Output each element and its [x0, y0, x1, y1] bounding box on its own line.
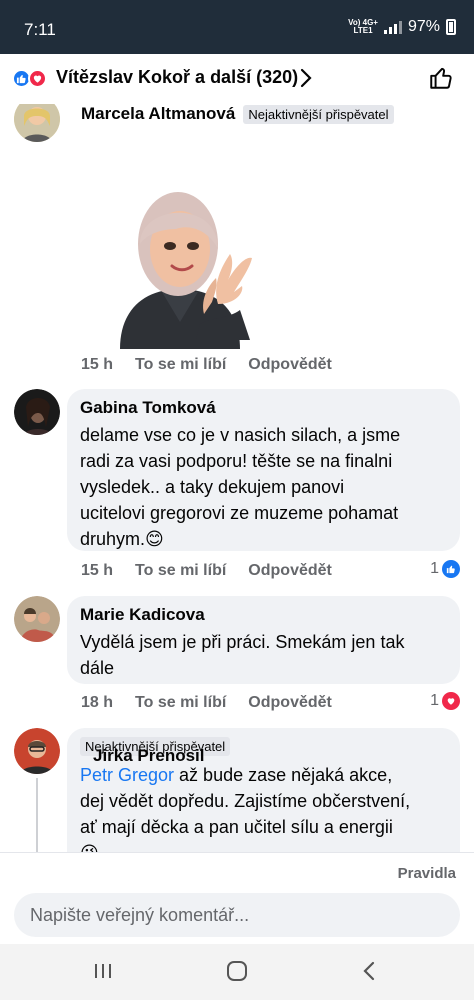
top-contributor-badge: Nejaktivnější přispěvatel	[243, 104, 394, 124]
mention-link[interactable]: Petr Gregor	[80, 765, 174, 785]
comments-header: Vítězslav Kokoř a další (320)	[0, 54, 474, 104]
rules-link[interactable]: Pravidla	[398, 865, 456, 882]
recent-apps-icon[interactable]	[92, 960, 114, 987]
network-type: Vo) 4G+ LTE1	[348, 18, 378, 35]
comment-composer: Pravidla	[0, 852, 474, 944]
comment-actions: 18 h To se mi líbí Odpovědět	[81, 694, 332, 712]
reaction-count[interactable]: 1	[430, 692, 460, 710]
like-button[interactable]: To se mi líbí	[135, 694, 226, 712]
battery-percent: 97%	[407, 18, 440, 35]
avatar[interactable]	[14, 104, 60, 142]
battery-icon	[446, 19, 456, 35]
love-icon	[28, 69, 47, 88]
comment-time: 18 h	[81, 694, 114, 711]
comment-input[interactable]	[14, 893, 460, 937]
status-time: 7:11	[24, 20, 56, 39]
avatar[interactable]	[14, 389, 60, 435]
like-icon	[442, 560, 460, 578]
like-button[interactable]: To se mi líbí	[135, 356, 226, 374]
reply-button[interactable]: Odpovědět	[248, 356, 332, 374]
comments-list[interactable]: Marcela Altmanová Nejaktivnější přispěva…	[0, 104, 474, 852]
comment-bubble[interactable]: Gabina Tomková delame vse co je v nasich…	[67, 389, 460, 551]
reaction-summary[interactable]	[12, 69, 52, 89]
avatar-clapping-sticker	[100, 174, 275, 349]
avatar[interactable]	[14, 728, 60, 774]
comment-bubble[interactable]: Jirka Prenosil Nejaktivnější přispěvatel…	[67, 728, 460, 852]
comment-bubble[interactable]: Marie Kadicova Vydělá jsem je při práci.…	[67, 596, 460, 684]
reply-button[interactable]: Odpovědět	[248, 562, 332, 580]
author-name[interactable]: Marcela Altmanová	[81, 104, 235, 124]
like-button[interactable]: To se mi líbí	[135, 562, 226, 580]
comment-header: Marcela Altmanová Nejaktivnější přispěva…	[81, 104, 394, 124]
chevron-right-icon[interactable]	[300, 68, 312, 93]
comment-actions: 15 h To se mi líbí Odpovědět	[81, 562, 332, 580]
author-name[interactable]: Marie Kadicova	[80, 605, 205, 625]
comment-header: Jirka Prenosil Nejaktivnější přispěvatel	[80, 737, 231, 765]
reaction-count[interactable]: 1	[430, 560, 460, 578]
thumbs-up-icon[interactable]	[428, 65, 454, 96]
reactors-title[interactable]: Vítězslav Kokoř a další (320)	[56, 67, 298, 88]
home-icon[interactable]	[226, 960, 248, 987]
comment-time: 15 h	[81, 356, 114, 373]
system-navigation-bar	[0, 944, 474, 1000]
status-indicators: Vo) 4G+ LTE1 97%	[348, 18, 456, 36]
back-icon[interactable]	[362, 960, 376, 987]
comment-time: 15 h	[81, 562, 114, 579]
comment-actions: 15 h To se mi líbí Odpovědět	[81, 356, 332, 374]
reply-button[interactable]: Odpovědět	[248, 694, 332, 712]
avatar[interactable]	[14, 596, 60, 642]
author-name[interactable]: Gabina Tomková	[80, 398, 216, 418]
comment-text: Vydělá jsem je při práci. Smekám jen tak…	[80, 632, 405, 678]
comment-text: delame vse co je v nasich silach, a jsme…	[80, 425, 401, 549]
signal-icon	[383, 20, 402, 34]
love-icon	[442, 692, 460, 710]
comment-text: Petr Gregor až bude zase nějaká akce, de…	[80, 765, 411, 852]
thread-line	[36, 778, 38, 852]
status-bar: 7:11 Vo) 4G+ LTE1 97%	[0, 0, 474, 54]
